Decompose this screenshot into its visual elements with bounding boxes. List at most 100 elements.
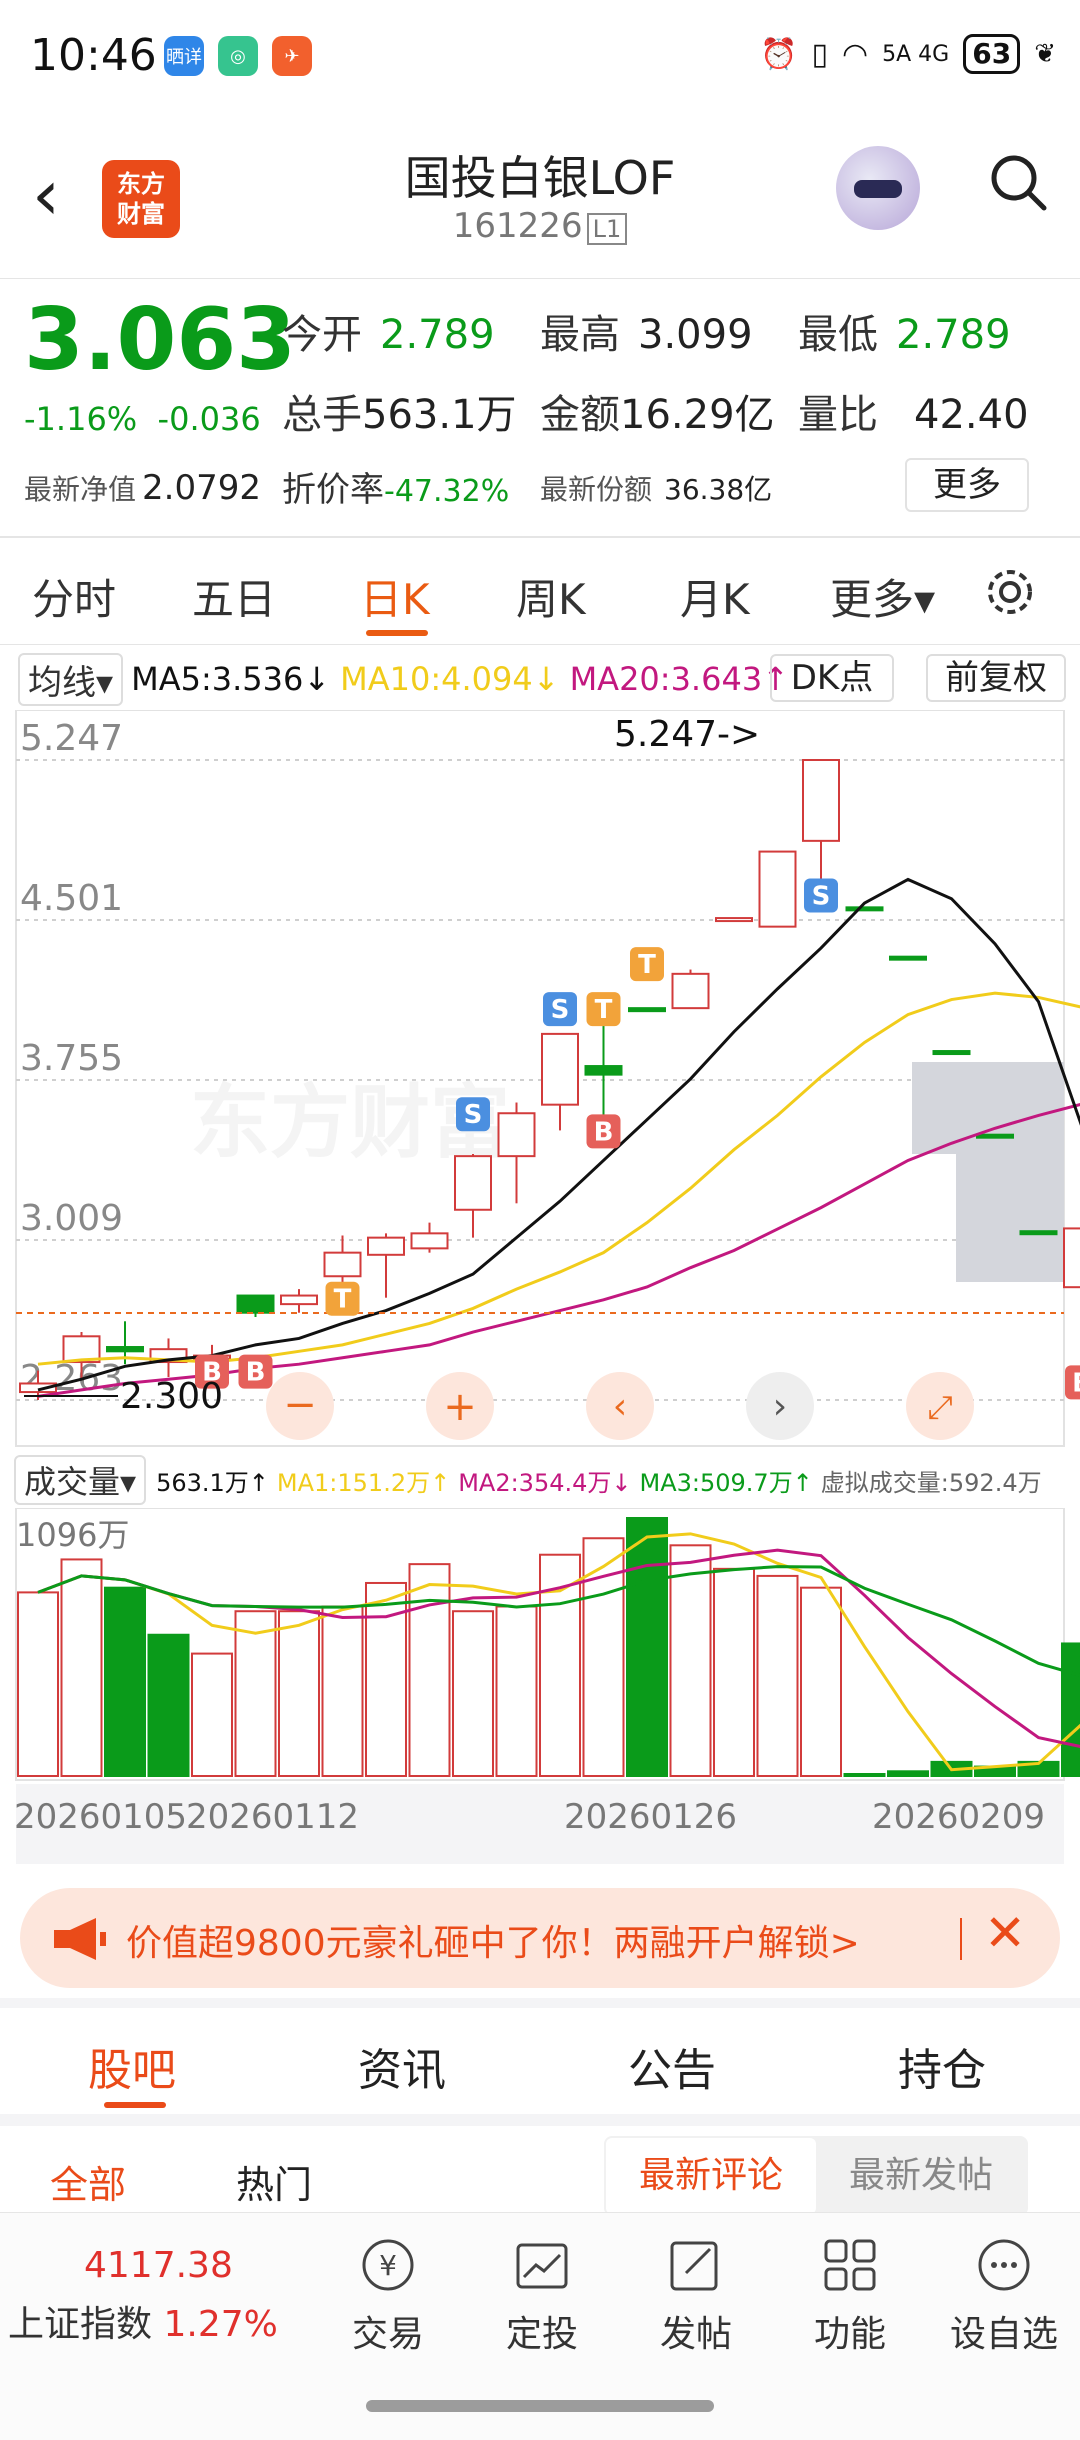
amount-value: 16.29亿 [620, 392, 775, 438]
sort-latest-post[interactable]: 最新发帖 [816, 2138, 1026, 2214]
filter-hot[interactable]: 热门 [236, 2154, 312, 2209]
trade-marker-label: B [594, 1117, 614, 1147]
nav-trade[interactable]: ¥ 交易 [328, 2233, 448, 2357]
quote-high: 最高 3.099 [540, 302, 753, 360]
adjust-button[interactable]: 前复权 [926, 654, 1066, 702]
index-name[interactable]: 上证指数 1.27% [8, 2295, 278, 2347]
max-note: 5.247-> [614, 714, 760, 755]
home-indicator [366, 2400, 714, 2412]
volume-bar [191, 1652, 233, 1778]
svg-text:›: › [773, 1386, 787, 1427]
trade-marker-label: T [638, 950, 656, 980]
quote-nav: 最新净值 2.0792 [24, 468, 261, 508]
open-label: 今开 [282, 312, 362, 358]
tab-monthly-k[interactable]: 月K [680, 566, 750, 627]
fullscreen-button[interactable]: ⤢ [906, 1372, 974, 1440]
index-label: 上证指数 [8, 2304, 153, 2345]
nav-post[interactable]: 发帖 [636, 2233, 756, 2357]
section-gap [0, 2114, 1080, 2126]
index-value[interactable]: 4117.38 [84, 2245, 233, 2286]
scroll-left-button[interactable]: ‹ [586, 1372, 654, 1440]
wifi-icon: ◠ [841, 36, 869, 72]
search-icon[interactable] [986, 150, 1050, 214]
divider [0, 278, 1080, 279]
dk-point-button[interactable]: DK点 [770, 654, 894, 702]
flag-app-icon: ✈ [272, 36, 312, 76]
ma20-value: MA20:3.643↑ [569, 660, 789, 698]
change-percent: -1.16% [24, 400, 138, 438]
volume-max-label: 1096万 [16, 1516, 129, 1554]
candle [497, 1112, 536, 1158]
tab-news[interactable]: 资讯 [358, 2034, 446, 2098]
close-icon[interactable]: ✕ [984, 1904, 1026, 1962]
y-tick-label: 5.247 [20, 718, 123, 759]
tab-daily-k[interactable]: 日K [360, 566, 430, 627]
notification-app-icon: 晒详 [164, 36, 204, 76]
code-value: 161226 [452, 206, 583, 246]
kline-tabs: 分时 五日 日K 周K 月K 更多▾ [0, 540, 1080, 644]
trade-icon: ¥ [362, 2239, 414, 2291]
candle [1063, 1227, 1080, 1289]
ma-selector[interactable]: 均线▾ [18, 652, 124, 706]
volume-bar [408, 1563, 451, 1777]
nav-functions[interactable]: 功能 [790, 2233, 910, 2357]
volume-bar [669, 1544, 712, 1778]
candle [1019, 1230, 1058, 1236]
status-time: 10:46 [30, 30, 157, 81]
volume-selector[interactable]: 成交量▾ [14, 1455, 147, 1505]
scroll-right-button[interactable]: › [746, 1372, 814, 1440]
ma5-value: MA5:3.536↓ [131, 660, 331, 698]
virtual-volume: 虚拟成交量:592.4万 [820, 1468, 1042, 1497]
low-value: 2.789 [896, 312, 1011, 358]
nav-invest-plan[interactable]: 定投 [482, 2233, 602, 2357]
promo-text: 价值超9800元豪礼砸中了你！两融开户解锁> [126, 1923, 860, 1964]
volume-chart[interactable]: 1096万 20260105 20260112 20260126 2026020… [0, 1508, 1080, 1868]
trade-marker-label: T [334, 1285, 352, 1315]
zoom-in-button[interactable]: + [426, 1372, 494, 1440]
high-value: 3.099 [638, 312, 753, 358]
tab-announcements[interactable]: 公告 [628, 2034, 716, 2098]
ma10-value: MA10:4.094↓ [340, 660, 560, 698]
community-tabs: 股吧 资讯 公告 持仓 [0, 2010, 1080, 2110]
page-title: 国投白银LOF [404, 151, 676, 205]
nav-add-favorite[interactable]: 设自选 [944, 2233, 1064, 2357]
tab-forum[interactable]: 股吧 [88, 2034, 176, 2098]
back-icon[interactable]: ‹ [32, 160, 60, 230]
volume-bar [452, 1610, 494, 1777]
svg-text:¥: ¥ [379, 2249, 397, 2282]
trade-marker-label: S [812, 881, 831, 911]
candle [280, 1294, 318, 1306]
candle [541, 1032, 579, 1106]
candle [628, 1007, 666, 1013]
trade-marker-label: T [595, 995, 613, 1025]
promo-banner[interactable]: 价值超9800元豪礼砸中了你！两融开户解锁> ✕ [20, 1888, 1060, 1988]
tab-intraday[interactable]: 分时 [32, 566, 116, 627]
volume-bar [713, 1567, 755, 1778]
tab-weekly-k[interactable]: 周K [516, 566, 586, 627]
ratio-label: 量比 [798, 392, 878, 438]
assistant-avatar[interactable] [836, 146, 920, 230]
stock-code: 161226 L1 [300, 206, 780, 246]
volume-value: 563.1万 [362, 392, 517, 438]
sort-latest-comment[interactable]: 最新评论 [606, 2138, 816, 2214]
gear-icon[interactable] [982, 564, 1038, 620]
more-quote-button[interactable]: 更多 [905, 458, 1029, 512]
y-tick-label: 3.755 [20, 1038, 123, 1079]
tab-more[interactable]: 更多▾ [830, 566, 935, 627]
quote-low: 最低 2.789 [798, 302, 1011, 360]
ratio-value: 42.40 [914, 392, 1029, 438]
sort-toggle: 最新评论 最新发帖 [604, 2136, 1028, 2216]
zoom-out-button[interactable]: − [266, 1372, 334, 1440]
discount-label: 折价率 [282, 470, 384, 510]
quote-shares: 最新份额 36.38亿 [540, 468, 772, 508]
megaphone-icon [54, 1918, 106, 1960]
trade-marker-label: S [464, 1100, 483, 1130]
nav-label: 交易 [351, 2314, 424, 2355]
tab-five-day[interactable]: 五日 [192, 566, 276, 627]
date-label: 20260209 [872, 1797, 1045, 1837]
filter-all[interactable]: 全部 [50, 2154, 126, 2209]
tab-holdings[interactable]: 持仓 [898, 2034, 986, 2098]
chart-frame [15, 710, 1065, 1447]
kline-chart[interactable]: 东方财富 5.2474.5013.7553.0092.263 SSSTTTB BB… [0, 710, 1080, 1450]
candle [584, 1065, 623, 1076]
